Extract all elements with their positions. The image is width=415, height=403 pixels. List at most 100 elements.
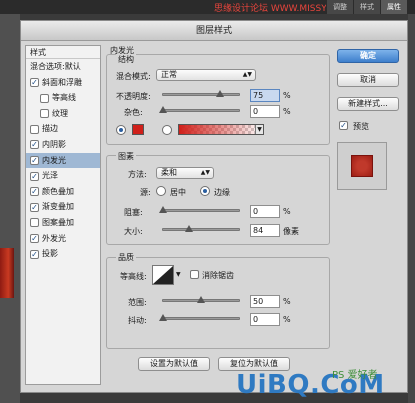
source-edge-radio[interactable] [200,186,210,196]
source-edge-label: 边缘 [214,188,230,197]
size-unit: 像素 [283,227,299,236]
style-item[interactable]: ✓ 光泽 [26,168,100,184]
tab-adjustments[interactable]: 调整 [326,0,353,14]
elements-label: 图素 [116,151,136,162]
range-label: 范围: [128,298,147,307]
blend-mode-select[interactable]: 正常 ▲▼ [156,69,256,81]
noise-input[interactable]: 0 [250,105,280,118]
style-item[interactable]: ✓ 渐变叠加 [26,199,100,215]
chevron-down-icon[interactable]: ▼ [176,271,181,278]
panel-tabs: 调整 样式 属性 [326,0,407,14]
tab-styles[interactable]: 样式 [353,0,380,14]
new-style-button[interactable]: 新建样式... [337,97,399,111]
preview-checkbox[interactable]: ✓ [339,121,348,130]
style-checkbox[interactable] [30,124,39,134]
opacity-slider-thumb[interactable] [216,90,224,97]
jitter-label: 抖动: [128,316,147,325]
style-checkbox[interactable]: ✓ [30,156,39,166]
opacity-unit: % [283,91,291,100]
opacity-label: 不透明度: [116,92,151,101]
anti-alias-checkbox[interactable] [190,270,199,279]
solid-color-radio[interactable] [116,125,126,135]
make-default-button[interactable]: 设置为默认值 [138,357,210,371]
tab-properties[interactable]: 属性 [380,0,407,14]
ok-button[interactable]: 确定 [337,49,399,63]
choke-input[interactable]: 0 [250,205,280,218]
range-input[interactable]: 50 [250,295,280,308]
size-slider-thumb[interactable] [184,225,193,232]
source-label: 源: [140,188,151,197]
style-checkbox[interactable]: ✓ [30,234,39,244]
jitter-input[interactable]: 0 [250,313,280,326]
contour-picker[interactable] [152,265,174,285]
style-checkbox[interactable]: ✓ [30,187,39,197]
style-item[interactable]: 描边 [26,121,100,137]
style-item-label: 内发光 [42,155,66,165]
range-slider[interactable] [162,296,240,303]
style-checkbox[interactable]: ✓ [30,249,39,259]
chevron-updown-icon: ▲▼ [242,71,252,78]
preview-label: 预览 [353,122,369,131]
blend-mode-value: 正常 [161,70,177,79]
gradient-radio[interactable] [162,125,172,135]
blend-mode-label: 混合模式: [116,72,151,81]
style-item[interactable]: 纹理 [26,106,100,122]
method-select[interactable]: 柔和 ▲▼ [156,167,214,179]
jitter-unit: % [283,315,291,324]
range-unit: % [283,297,291,306]
size-input[interactable]: 84 [250,224,280,237]
opacity-slider[interactable] [162,90,240,97]
style-item[interactable]: ✓ 内阴影 [26,137,100,153]
chevron-down-icon[interactable]: ▼ [255,125,263,134]
style-item[interactable]: ✓ 内发光 [26,152,100,169]
blend-options-item[interactable]: 混合选项:默认 [26,59,100,75]
range-slider-thumb[interactable] [197,296,205,303]
style-checkbox[interactable] [40,109,49,119]
style-item[interactable]: 图案叠加 [26,215,100,231]
watermark-ps: PS 爱好者 [332,370,378,381]
choke-slider-thumb[interactable] [159,206,167,213]
dialog-title: 图层样式 [21,21,407,41]
style-item-label: 等高线 [52,93,76,103]
style-item-label: 纹理 [52,108,68,118]
anti-alias-label: 消除锯齿 [202,271,234,280]
style-item-label: 投影 [42,249,58,259]
style-item[interactable]: ✓ 斜面和浮雕 [26,75,100,91]
noise-slider-thumb[interactable] [159,106,167,113]
opacity-input[interactable]: 75 [250,89,280,102]
style-item-label: 颜色叠加 [42,186,74,196]
style-item[interactable]: 等高线 [26,90,100,106]
jitter-slider[interactable] [159,314,240,321]
style-item-label: 光泽 [42,171,58,181]
style-checkbox[interactable]: ✓ [30,202,39,212]
cancel-button[interactable]: 取消 [337,73,399,87]
source-center-radio[interactable] [156,186,166,196]
glow-color-swatch[interactable] [132,124,144,135]
source-center-label: 居中 [170,188,186,197]
style-checkbox[interactable] [40,93,49,103]
size-slider[interactable] [162,225,240,232]
jitter-slider-thumb[interactable] [159,314,167,321]
glow-gradient-swatch[interactable]: ▼ [178,124,264,135]
contour-label: 等高线: [120,272,147,281]
preview-thumbnail [351,155,373,177]
layer-style-dialog: 图层样式 样式 混合选项:默认 ✓ 斜面和浮雕 等高线 纹理 描边 ✓ 内阴影 ✓ 内发光 ✓ 光泽… [20,20,408,393]
method-value: 柔和 [161,168,177,177]
choke-slider[interactable] [159,206,240,213]
style-item-label: 描边 [42,124,58,134]
noise-slider[interactable] [159,106,240,113]
reset-default-button[interactable]: 复位为默认值 [218,357,290,371]
style-item[interactable]: ✓ 外发光 [26,231,100,247]
chevron-updown-icon: ▲▼ [200,169,210,176]
styles-header[interactable]: 样式 [26,46,100,59]
choke-unit: % [283,207,291,216]
style-item[interactable]: ✓ 颜色叠加 [26,184,100,200]
style-item-label: 渐变叠加 [42,202,74,212]
style-checkbox[interactable] [30,218,39,228]
style-checkbox[interactable]: ✓ [30,171,39,181]
style-checkbox[interactable]: ✓ [30,78,39,88]
quality-label: 品质 [116,252,136,263]
style-item[interactable]: ✓ 投影 [26,246,100,262]
method-label: 方法: [128,170,147,179]
style-checkbox[interactable]: ✓ [30,140,39,150]
